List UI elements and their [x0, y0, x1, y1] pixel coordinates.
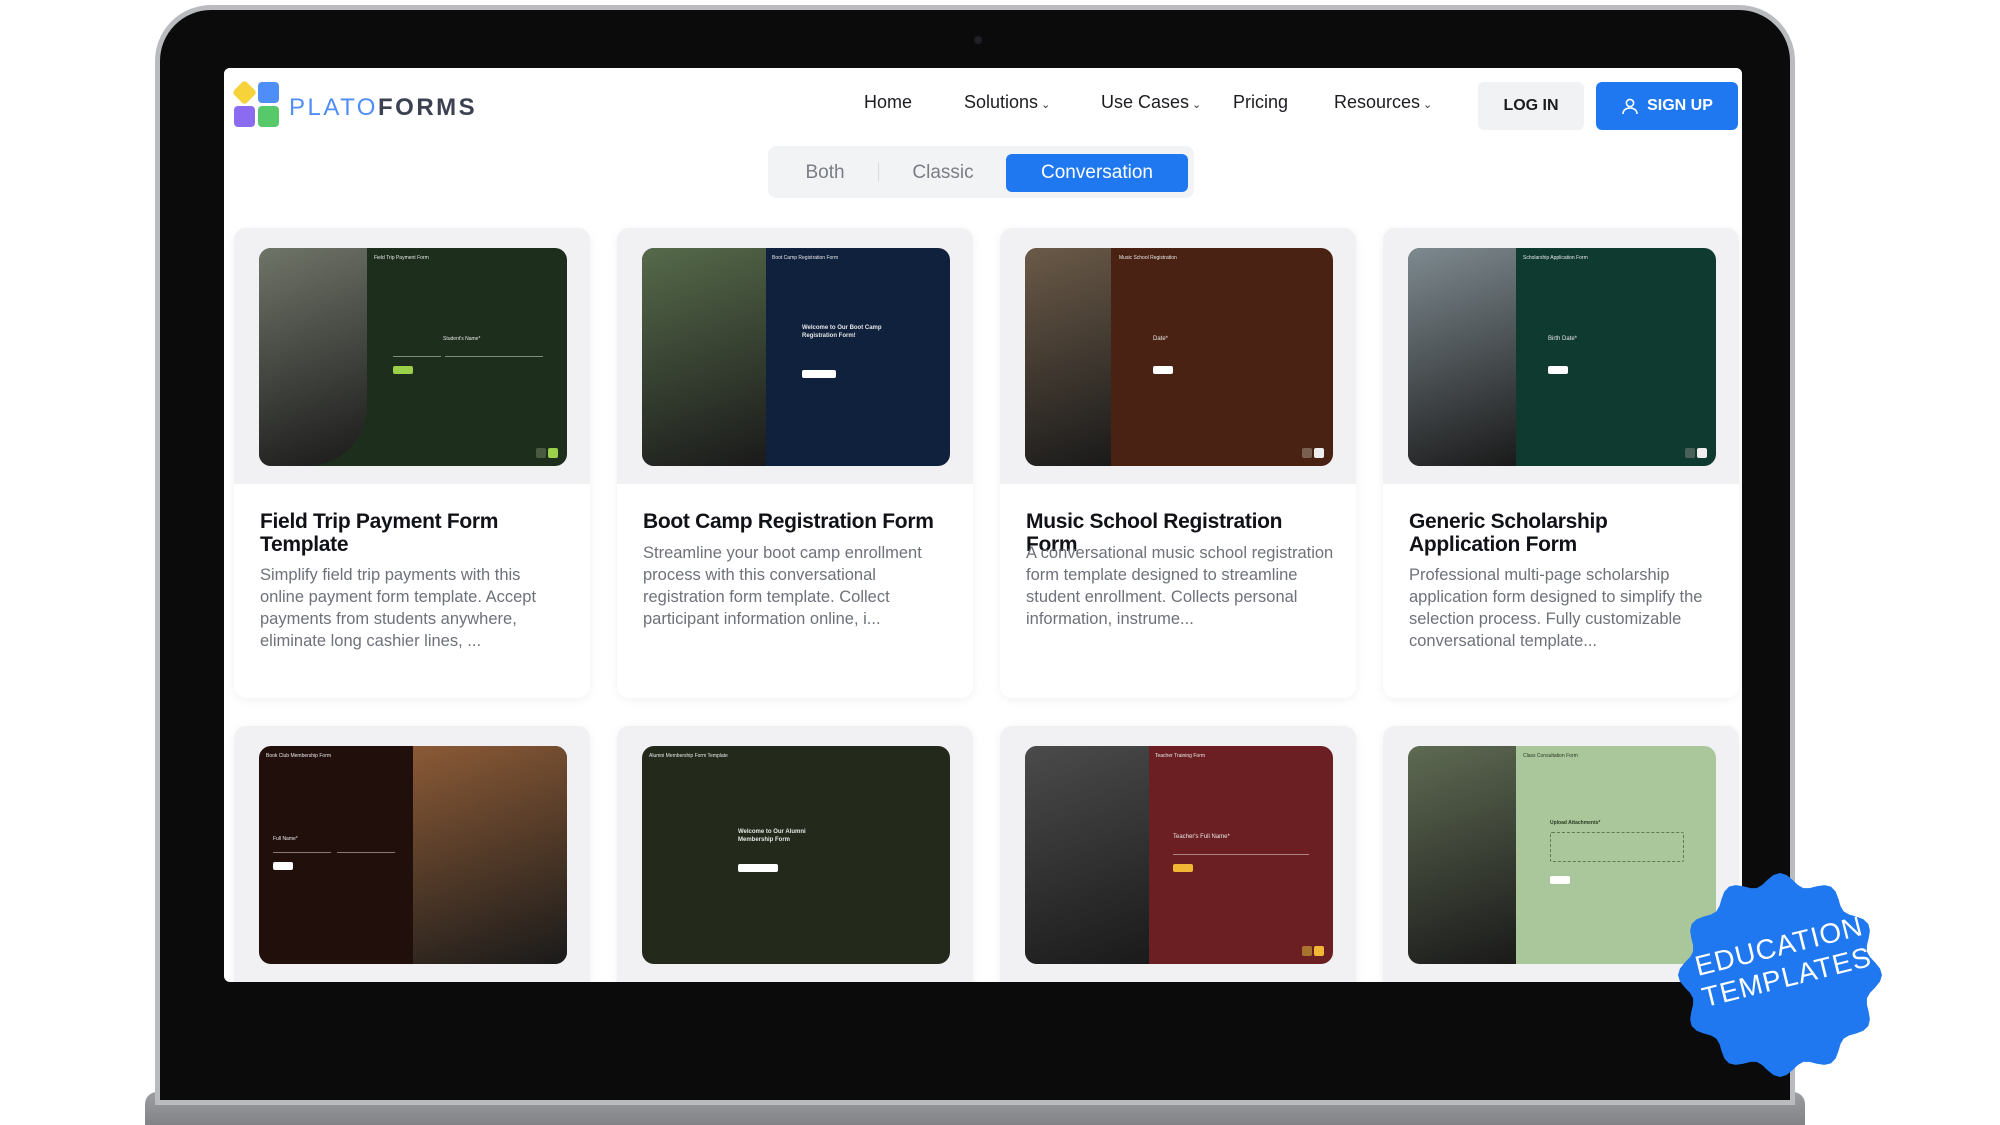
nav-use-cases[interactable]: Use Cases ⌄ [1101, 92, 1201, 113]
template-thumbnail: Music School Registration Date* [1025, 248, 1333, 466]
user-icon [1622, 98, 1638, 115]
nav-solutions[interactable]: Solutions ⌄ [964, 92, 1050, 113]
template-thumbnail: Book Club Membership Form Full Name* [259, 746, 567, 964]
template-card[interactable]: Music School Registration Date* Music Sc… [1000, 228, 1356, 698]
nav-pricing[interactable]: Pricing [1233, 92, 1288, 113]
template-thumbnail: Scholarship Application Form Birth Date* [1408, 248, 1716, 466]
template-thumbnail: Boot Camp Registration Form Welcome to O… [642, 248, 950, 466]
form-type-toggle: Both Classic Conversation [768, 146, 1194, 198]
signup-button[interactable]: SIGN UP [1596, 82, 1738, 130]
thumb-photo [259, 248, 367, 466]
card-description: Professional multi-page scholarship appl… [1409, 566, 1703, 650]
card-description: Streamline your boot camp enrollment pro… [643, 544, 922, 628]
template-thumbnail: Teacher Training Form Teacher's Full Nam… [1025, 746, 1333, 964]
template-card[interactable]: Alumni Membership Form Template Welcome … [617, 726, 973, 982]
card-title[interactable]: Field Trip Payment Form Template [260, 510, 570, 556]
site-header: PLATOFORMS Home Solutions ⌄ Use Cases ⌄ Pr… [224, 68, 1742, 142]
thumb-photo [413, 746, 567, 964]
brand-name[interactable]: PLATOFORMS [289, 94, 477, 122]
toggle-both[interactable]: Both [780, 154, 870, 192]
browser-screen: PLATOFORMS Home Solutions ⌄ Use Cases ⌄ Pr… [224, 68, 1742, 982]
thumb-photo [1025, 746, 1149, 964]
camera-dot [974, 36, 982, 44]
nav-home[interactable]: Home [864, 92, 912, 113]
card-preview-area: Field Trip Payment Form Student's Name* [234, 228, 590, 484]
toggle-classic[interactable]: Classic [890, 154, 996, 192]
template-thumbnail: Alumni Membership Form Template Welcome … [642, 746, 950, 964]
chevron-down-icon: ⌄ [1041, 99, 1051, 111]
card-preview-area: Teacher Training Form Teacher's Full Nam… [1000, 726, 1356, 982]
card-preview-area: Boot Camp Registration Form Welcome to O… [617, 228, 973, 484]
card-preview-area: Alumni Membership Form Template Welcome … [617, 726, 973, 982]
template-card[interactable]: Teacher Training Form Teacher's Full Nam… [1000, 726, 1356, 982]
template-thumbnail: Class Consultation Form Upload Attachmen… [1408, 746, 1716, 964]
template-card[interactable]: Boot Camp Registration Form Welcome to O… [617, 228, 973, 698]
toggle-divider [878, 162, 879, 182]
platoforms-logo-icon[interactable] [231, 79, 280, 128]
chevron-down-icon: ⌄ [1423, 99, 1433, 111]
card-preview-area: Scholarship Application Form Birth Date* [1383, 228, 1739, 484]
template-thumbnail: Field Trip Payment Form Student's Name* [259, 248, 567, 466]
card-description: Simplify field trip payments with this o… [260, 566, 537, 650]
template-card[interactable]: Book Club Membership Form Full Name* [234, 726, 590, 982]
card-description: A conversational music school registrati… [1026, 544, 1334, 628]
thumb-photo [642, 248, 766, 466]
thumb-photo [1408, 746, 1516, 964]
thumb-photo [1408, 248, 1516, 466]
template-card[interactable]: Scholarship Application Form Birth Date*… [1383, 228, 1739, 698]
thumb-panel [642, 746, 950, 964]
stage: PLATOFORMS Home Solutions ⌄ Use Cases ⌄ Pr… [0, 0, 2000, 1125]
thumb-photo [1025, 248, 1111, 466]
chevron-down-icon: ⌄ [1192, 99, 1202, 111]
card-preview-area: Music School Registration Date* [1000, 228, 1356, 484]
template-card[interactable]: Field Trip Payment Form Student's Name* … [234, 228, 590, 698]
card-title[interactable]: Generic Scholarship Application Form [1409, 510, 1719, 556]
toggle-conversation[interactable]: Conversation [1006, 154, 1188, 192]
card-preview-area: Book Club Membership Form Full Name* [234, 726, 590, 982]
nav-resources[interactable]: Resources ⌄ [1334, 92, 1432, 113]
card-title[interactable]: Boot Camp Registration Form [643, 510, 953, 533]
login-button[interactable]: LOG IN [1478, 82, 1584, 130]
